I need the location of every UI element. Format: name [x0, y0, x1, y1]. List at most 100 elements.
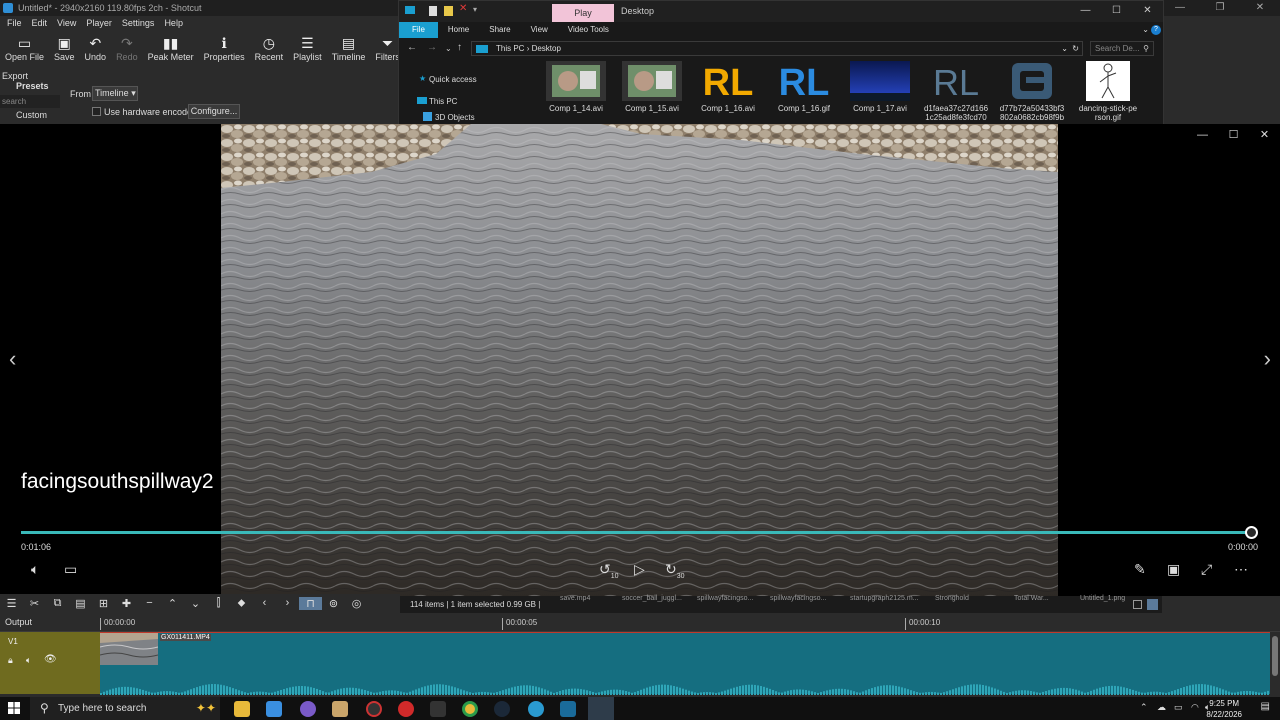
visibility-icon[interactable]: 👁︎	[44, 654, 57, 665]
menu-icon[interactable]: ☰	[0, 597, 23, 610]
snap-icon[interactable]: ⊓	[299, 596, 322, 610]
paste-icon[interactable]: ▤	[69, 597, 92, 610]
edge-taskbar-icon[interactable]	[528, 701, 544, 717]
minimize-icon[interactable]: —	[1070, 1, 1101, 21]
toolbar-timeline-button[interactable]: ▤ Timeline	[327, 30, 371, 68]
overwrite-icon[interactable]: ⌄	[184, 597, 207, 610]
menu-edit[interactable]: Edit	[32, 16, 48, 30]
toolbar-open-file-button[interactable]: ▭ Open File	[0, 30, 49, 68]
menu-player[interactable]: Player	[86, 16, 112, 30]
windows-start-icon[interactable]	[8, 702, 20, 714]
timeline-scrollbar[interactable]	[1270, 632, 1280, 694]
lock-icon[interactable]: 🔒︎	[8, 655, 13, 666]
new-folder-icon[interactable]	[444, 6, 453, 16]
details-view-icon[interactable]	[1133, 600, 1142, 609]
file-item[interactable]: RL Comp 1_16.gif	[767, 61, 841, 113]
maximize-icon[interactable]: ☐	[1101, 1, 1132, 21]
up-icon[interactable]: ↑	[457, 42, 462, 53]
menu-help[interactable]: Help	[164, 16, 183, 30]
properties-icon[interactable]	[429, 6, 437, 16]
track-header-v1[interactable]: V1 🔒︎ 🔈︎ 👁︎	[0, 632, 100, 694]
chrome-taskbar-icon[interactable]	[462, 701, 478, 717]
toolbar-recent-button[interactable]: ◷ Recent	[250, 30, 289, 68]
explorer-search-input[interactable]: Search De... ⚲	[1090, 41, 1154, 56]
minimize-icon[interactable]: —	[1160, 0, 1200, 16]
more-options-icon[interactable]: ⋯	[1234, 561, 1248, 578]
ribbon-expand-icon[interactable]: ⌄	[1142, 22, 1149, 38]
play-tab[interactable]: Play	[552, 4, 614, 22]
close-icon[interactable]: ✕	[1249, 124, 1280, 146]
address-bar[interactable]: This PC › Desktop ⌄ ↻	[471, 41, 1083, 56]
back-icon[interactable]: ←	[407, 42, 417, 53]
lift-icon[interactable]: ⌃	[161, 597, 184, 610]
from-select[interactable]: Timeline ▾	[92, 86, 138, 101]
file-item[interactable]: dancing-stick-pe rson.gif	[1071, 61, 1145, 122]
recorder-taskbar-icon[interactable]	[366, 701, 382, 717]
qat-dropdown-icon[interactable]: ▾	[473, 5, 477, 14]
shotcut-taskbar-icon[interactable]	[588, 697, 614, 720]
append-icon[interactable]: ⊞	[92, 597, 115, 610]
prev-icon[interactable]: ‹	[253, 597, 276, 609]
breadcrumb-this-pc[interactable]: This PC	[496, 44, 524, 53]
tray-overflow-icon[interactable]: ⌃	[1140, 702, 1148, 713]
battery-icon[interactable]: ▭	[1174, 702, 1183, 713]
mute-icon[interactable]: 🔈︎	[26, 655, 31, 666]
menu-file[interactable]: File	[7, 16, 22, 30]
previous-chevron-icon[interactable]: ‹	[9, 346, 16, 372]
file-item[interactable]: Comp 1_14.avi	[539, 61, 613, 113]
help-icon[interactable]: ?	[1151, 25, 1161, 35]
file-item[interactable]: RL d1faea37c27d166 1c25ad8fe3fcd70	[919, 61, 993, 122]
app-taskbar-icon[interactable]	[332, 701, 348, 717]
file-item[interactable]: d77b72a50433bf3 802a0682cb98f9b	[995, 61, 1069, 122]
remove-icon[interactable]: −	[138, 597, 161, 609]
toolbar-peak-meter-button[interactable]: ▮▮ Peak Meter	[143, 30, 199, 68]
nav-this-pc[interactable]: This PC	[429, 97, 457, 106]
nav-3d-objects[interactable]: 3D Objects	[435, 113, 475, 122]
taskbar-search-input[interactable]: ⚲ Type here to search ✦✦	[30, 697, 220, 720]
add-icon[interactable]: ✚	[115, 597, 138, 610]
restore-icon[interactable]: ❐	[1200, 0, 1240, 16]
track-v1[interactable]: GX011411.MP4	[100, 632, 1270, 695]
cut-icon[interactable]: ✂	[23, 597, 46, 610]
address-dropdown-icon[interactable]: ⌄	[1061, 42, 1068, 55]
toolbar-playlist-button[interactable]: ☰ Playlist	[288, 30, 327, 68]
hardware-encoder-checkbox[interactable]	[92, 107, 101, 116]
configure-button[interactable]: Configure...	[188, 104, 240, 119]
subtitles-icon[interactable]: ▭	[64, 561, 77, 578]
video-clip-thumbnail[interactable]	[100, 633, 158, 665]
clock[interactable]: 9:25 PM 8/22/2026	[1206, 698, 1242, 720]
mini-view-icon[interactable]: ▣	[1167, 561, 1180, 578]
ribbon-tab-view[interactable]: View	[521, 22, 558, 38]
toolbar-undo-button[interactable]: ↶ Undo	[80, 30, 112, 68]
menu-settings[interactable]: Settings	[122, 16, 155, 30]
file-item[interactable]: Comp 1_17.avi	[843, 61, 917, 113]
file-item[interactable]: Comp 1_15.avi	[615, 61, 689, 113]
maximize-icon[interactable]: ☐	[1218, 124, 1249, 146]
breadcrumb-desktop[interactable]: Desktop	[532, 44, 561, 53]
menu-view[interactable]: View	[57, 16, 76, 30]
seek-handle[interactable]	[1245, 526, 1258, 539]
file-item[interactable]: RL Comp 1_16.avi	[691, 61, 765, 113]
ribbon-tab-file[interactable]: File	[399, 22, 438, 38]
split-icon[interactable]: ⫿	[207, 597, 230, 610]
store-taskbar-icon[interactable]	[266, 701, 282, 717]
marker-icon[interactable]: ⬥	[230, 597, 253, 610]
next-chevron-icon[interactable]: ›	[1264, 346, 1271, 372]
steam-taskbar-icon[interactable]	[494, 701, 510, 717]
fullscreen-icon[interactable]: ⤢	[1201, 561, 1212, 578]
timeline-ruler[interactable]: 00:00:00 00:00:05 00:00:10	[100, 614, 1270, 632]
toolbar-redo-button[interactable]: ↷ Redo	[111, 30, 143, 68]
forward-icon[interactable]: →	[427, 42, 437, 53]
nav-quick-access[interactable]: Quick access	[429, 75, 477, 84]
ribbon-tab-share[interactable]: Share	[479, 22, 520, 38]
ribbon-tab-video-tools[interactable]: Video Tools	[558, 22, 619, 38]
wifi-icon[interactable]: ◠	[1191, 702, 1199, 713]
refresh-icon[interactable]: ↻	[1072, 42, 1079, 55]
file-explorer-taskbar-icon[interactable]	[234, 701, 250, 717]
delete-icon[interactable]: ✕	[459, 3, 467, 14]
toolbar-properties-button[interactable]: ℹ Properties	[199, 30, 250, 68]
preset-custom-item[interactable]: Custom	[16, 110, 47, 120]
preset-search-input[interactable]: search	[0, 95, 60, 108]
minimize-icon[interactable]: —	[1187, 124, 1218, 146]
onedrive-icon[interactable]: ☁	[1157, 702, 1166, 713]
